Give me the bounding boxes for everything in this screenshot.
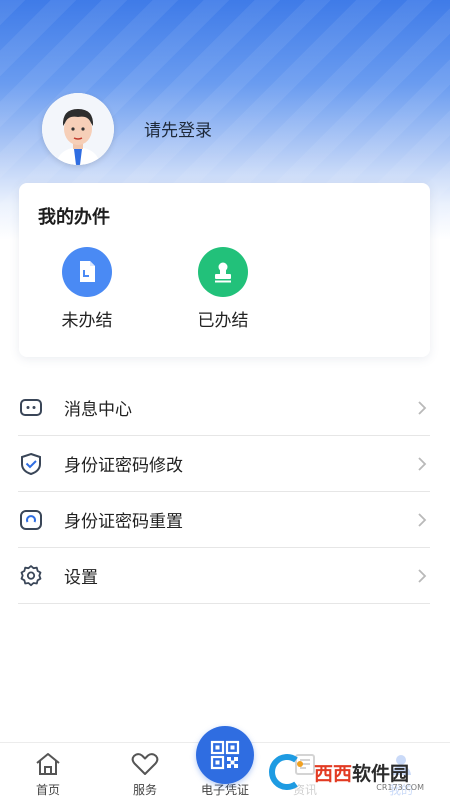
home-icon	[13, 743, 83, 777]
avatar-image	[42, 93, 114, 165]
shield-check-icon	[18, 451, 44, 477]
menu-item-label: 设置	[64, 568, 98, 588]
my-tasks-card: 我的办件 未办结 已办结	[19, 183, 430, 357]
message-icon	[18, 395, 44, 421]
stamp-icon	[198, 247, 248, 297]
menu-item-message-center[interactable]: 消息中心	[18, 380, 430, 436]
chevron-right-icon	[418, 513, 427, 527]
avatar[interactable]	[42, 93, 114, 165]
tab-home[interactable]: 首页	[13, 743, 83, 800]
watermark-logo-icon	[269, 754, 303, 790]
tab-label: 服务	[132, 783, 157, 797]
watermark-brand: 西西	[314, 762, 353, 785]
watermark-url: CR173.COM	[376, 783, 424, 792]
document-clock-icon	[62, 247, 112, 297]
menu-item-label: 身份证密码重置	[64, 512, 183, 532]
menu-item-label: 消息中心	[64, 400, 132, 420]
tab-label: 首页	[35, 783, 60, 797]
menu-item-settings[interactable]: 设置	[18, 548, 430, 604]
chevron-right-icon	[418, 569, 427, 583]
heart-icon	[110, 743, 180, 777]
menu-item-id-password-reset[interactable]: 身份证密码重置	[18, 492, 430, 548]
gear-icon	[18, 563, 44, 589]
e-voucher-button[interactable]	[196, 726, 254, 784]
chevron-right-icon	[418, 401, 427, 415]
reset-icon	[18, 507, 44, 533]
task-finished[interactable]: 已办结	[173, 247, 273, 331]
chevron-right-icon	[418, 457, 427, 471]
tab-services[interactable]: 服务	[110, 743, 180, 800]
task-unfinished[interactable]: 未办结	[37, 247, 137, 331]
watermark: 西西 软件园 CR173.COM	[262, 748, 432, 796]
login-prompt[interactable]: 请先登录	[144, 116, 212, 141]
qr-code-icon	[210, 740, 240, 770]
my-tasks-title: 我的办件	[38, 207, 110, 228]
task-unfinished-label: 未办结	[61, 311, 113, 331]
menu-item-id-password-change[interactable]: 身份证密码修改	[18, 436, 430, 492]
task-finished-label: 已办结	[197, 311, 249, 331]
settings-menu: 消息中心 身份证密码修改 身份证密码重置 设置	[18, 380, 430, 604]
menu-item-label: 身份证密码修改	[64, 456, 183, 476]
watermark-brand-suffix: 软件园	[352, 762, 410, 785]
